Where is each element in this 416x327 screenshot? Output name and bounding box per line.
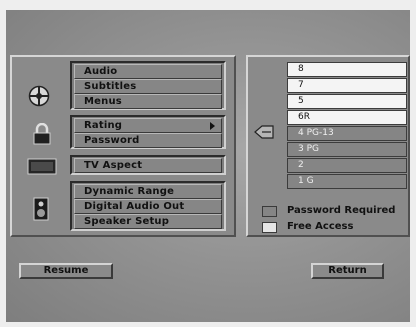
legend-label-free-access: Free Access — [287, 221, 354, 232]
return-button[interactable]: Return — [311, 263, 384, 279]
rating-level-row[interactable]: 5 — [287, 94, 407, 109]
menu-item-audio[interactable]: Audio — [74, 64, 222, 79]
rating-level-row[interactable]: 2 — [287, 158, 407, 173]
rating-level-row[interactable]: 3 PG — [287, 142, 407, 157]
tv-icon — [27, 157, 57, 179]
pointer-icon — [254, 124, 274, 143]
menu-item-speaker-setup[interactable]: Speaker Setup — [74, 214, 222, 229]
dvd-setup-screen: Audio Subtitles Menus Rating Password TV… — [6, 10, 410, 322]
rating-level-list: 8 7 5 6R 4 PG-13 3 PG 2 1 G — [287, 62, 407, 190]
menu-item-subtitles[interactable]: Subtitles — [74, 79, 222, 94]
rating-level-row[interactable]: 4 PG-13 — [287, 126, 407, 141]
legend-label-password-required: Password Required — [287, 205, 396, 216]
menu-item-tv-aspect[interactable]: TV Aspect — [74, 158, 222, 173]
sound-settings-group: Dynamic Range Digital Audio Out Speaker … — [70, 181, 226, 231]
menu-item-menus[interactable]: Menus — [74, 94, 222, 109]
rating-level-row[interactable]: 8 — [287, 62, 407, 77]
speaker-icon — [33, 197, 49, 225]
submenu-arrow-icon — [210, 122, 215, 130]
rating-level-row[interactable]: 6R — [287, 110, 407, 125]
rating-level-row[interactable]: 7 — [287, 78, 407, 93]
menu-item-rating-label: Rating — [84, 120, 123, 131]
legend-swatch-password-required — [262, 206, 277, 217]
menu-item-password[interactable]: Password — [74, 133, 222, 148]
legend-swatch-free-access — [262, 222, 277, 233]
aspect-settings-group: TV Aspect — [70, 155, 226, 175]
menu-item-digital-audio-out[interactable]: Digital Audio Out — [74, 199, 222, 214]
rating-settings-group: Rating Password — [70, 115, 226, 149]
setup-menu-panel: Audio Subtitles Menus Rating Password TV… — [10, 55, 236, 237]
resume-button[interactable]: Resume — [19, 263, 113, 279]
padlock-icon — [32, 122, 52, 149]
menu-item-rating[interactable]: Rating — [74, 118, 222, 133]
rating-level-row[interactable]: 1 G — [287, 174, 407, 189]
disc-icon — [28, 85, 50, 111]
audio-settings-group: Audio Subtitles Menus — [70, 61, 226, 110]
menu-item-dynamic-range[interactable]: Dynamic Range — [74, 184, 222, 199]
